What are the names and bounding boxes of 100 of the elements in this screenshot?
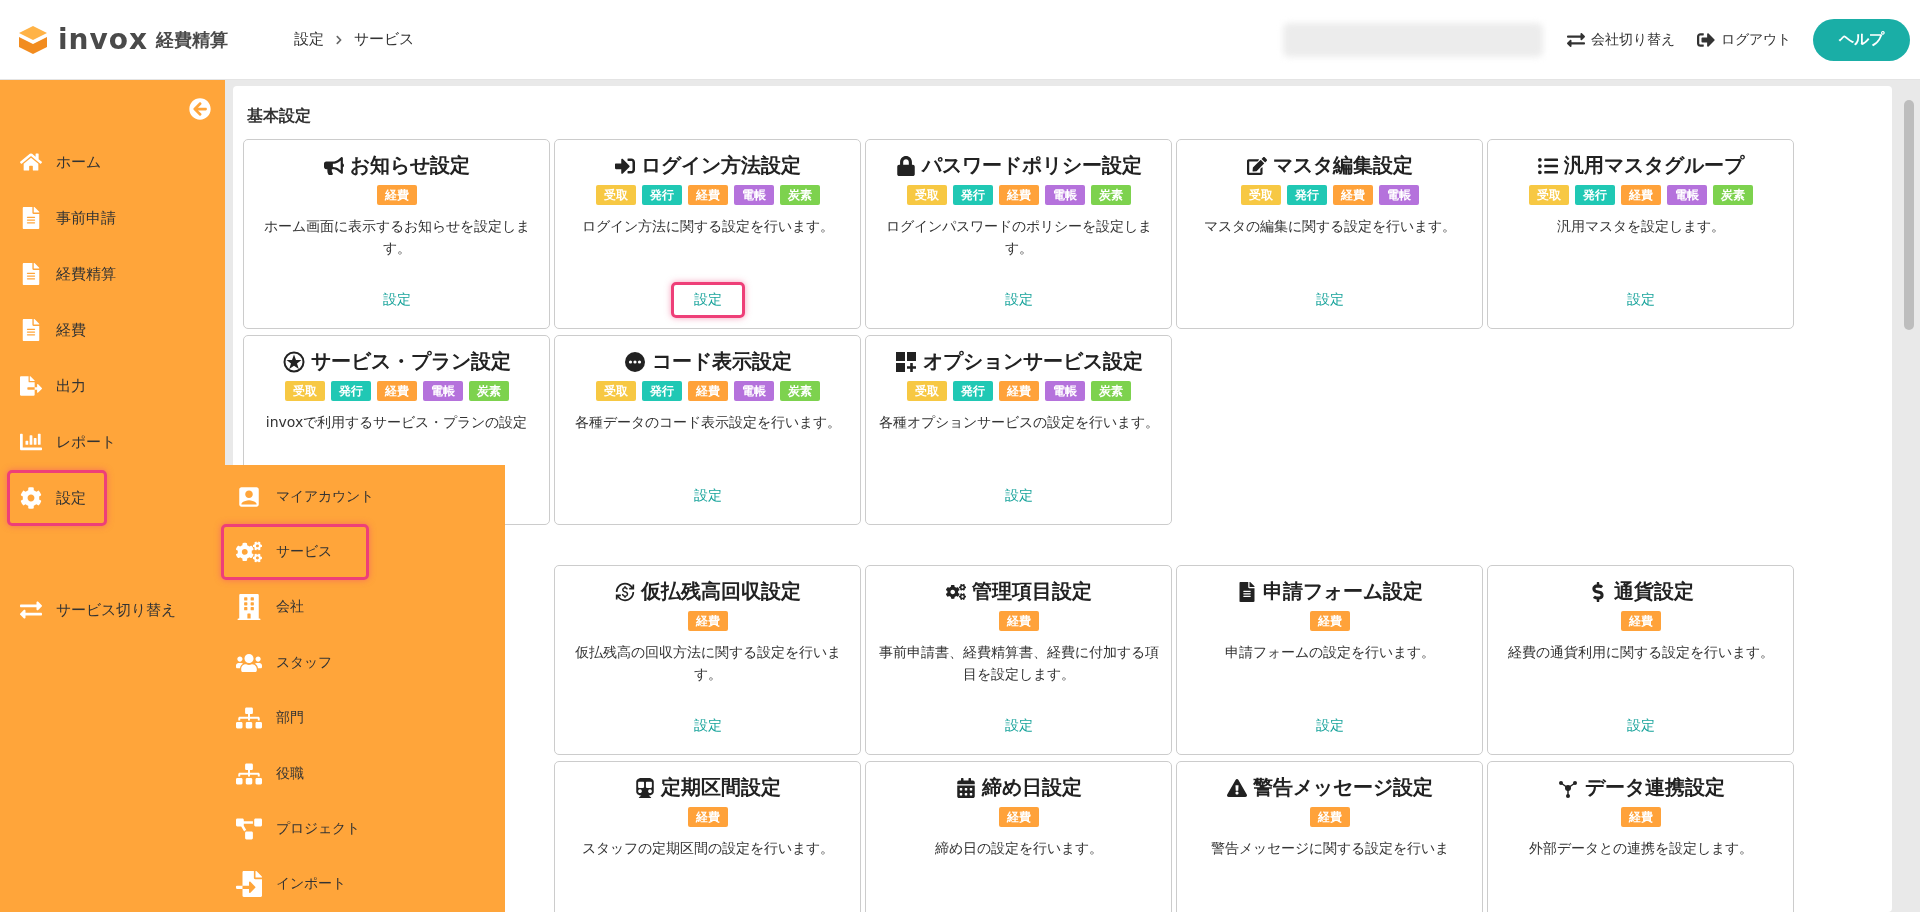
breadcrumb-item: サービス (354, 30, 414, 49)
train-icon (634, 777, 655, 798)
service-tag: 経費 (998, 807, 1039, 827)
submenu-item[interactable]: マイアカウント (221, 469, 407, 525)
card-title-text: 仮払残高回収設定 (640, 578, 801, 605)
building-icon (236, 594, 262, 621)
submenu-item[interactable]: スタッフ (221, 635, 369, 691)
document-icon (20, 319, 42, 341)
submenu-item[interactable]: 役職 (221, 745, 369, 802)
megaphone-icon (323, 155, 344, 176)
logout-button[interactable]: ログアウト (1697, 26, 1791, 53)
card-title-text: 通貨設定 (1613, 578, 1694, 605)
service-tag: 炭素 (1090, 381, 1131, 401)
service-tag: 経費 (1620, 185, 1661, 205)
service-tag: 電帳 (733, 185, 774, 205)
sidebar-item[interactable]: 事前申請 (7, 190, 137, 246)
service-tag: 経費 (1620, 807, 1661, 827)
service-tag: 受取 (284, 381, 325, 401)
service-tag: 発行 (952, 381, 993, 401)
sidebar-item[interactable]: 設定 (7, 470, 107, 526)
edit-icon (1246, 155, 1267, 176)
submenu-item[interactable]: インポート (221, 856, 379, 912)
submenu-item[interactable]: プロジェクト (221, 801, 393, 857)
warning-icon (1226, 777, 1247, 798)
sign-out-icon (1697, 30, 1715, 49)
card-description: invoxで利用するサービス・プランの設定 (265, 413, 528, 432)
chevron-icon (334, 34, 344, 45)
service-tag: 受取 (1528, 185, 1569, 205)
card-description: 仮払残高の回収方法に関する設定を行います。 (573, 643, 842, 684)
service-tag: 電帳 (1666, 185, 1707, 205)
submenu-item[interactable]: 部門 (221, 690, 369, 746)
service-tag: 経費 (376, 381, 417, 401)
service-tag: 発行 (952, 185, 993, 205)
service-tag: 発行 (330, 381, 371, 401)
sidebar-item[interactable]: レポート (7, 414, 137, 470)
sidebar-item[interactable]: 経費精算 (7, 246, 137, 302)
submenu-item[interactable]: 会社 (221, 579, 369, 636)
logo-text: invox (58, 23, 149, 56)
product-name: 経費精算 (156, 27, 229, 52)
service-tag: 経費 (687, 185, 728, 205)
service-tag: 炭素 (468, 381, 509, 401)
service-tag: 受取 (1240, 185, 1281, 205)
card-title-text: お知らせ設定 (349, 152, 470, 179)
service-tag: 電帳 (1044, 185, 1085, 205)
card-description: スタッフの定期区間の設定を行います。 (581, 839, 834, 858)
dots-circle-icon (623, 350, 646, 373)
card-title-text: 申請フォーム設定 (1262, 578, 1423, 605)
submenu-item[interactable]: サービス (221, 524, 369, 580)
sidebar-item[interactable]: 経費 (7, 302, 107, 358)
service-tag: 受取 (906, 381, 947, 401)
file-import-icon (236, 871, 262, 898)
service-tag: 発行 (1574, 185, 1615, 205)
service-tag: 経費 (1309, 807, 1350, 827)
card-title-text: 締め日設定 (981, 774, 1082, 801)
star-circle-icon (282, 350, 305, 373)
service-tag: 経費 (998, 185, 1039, 205)
document-icon (20, 207, 42, 229)
service-tag: 受取 (906, 185, 947, 205)
card-description: 各種データのコード表示設定を行います。 (574, 413, 841, 432)
card-description: 外部データとの連携を設定します。 (1528, 839, 1753, 858)
sidebar-item[interactable]: 出力 (7, 358, 107, 414)
service-tag: 経費 (687, 611, 728, 631)
service-tag: 経費 (687, 807, 728, 827)
service-tag: 電帳 (733, 381, 774, 401)
calendar-icon (955, 777, 976, 798)
card-description: ホーム画面に表示するお知らせを設定します。 (262, 217, 531, 258)
card-description: 締め日の設定を行います。 (934, 839, 1103, 858)
lock-icon (895, 155, 916, 176)
service-tag: 経費 (998, 381, 1039, 401)
settings-icon (20, 487, 42, 509)
switch-company-button[interactable]: 会社切り替え (1567, 26, 1675, 53)
card-description: マスタの編集に関する設定を行います。 (1203, 217, 1456, 236)
scrollbar[interactable] (1904, 100, 1914, 330)
card-description: 汎用マスタを設定します。 (1556, 217, 1725, 236)
card-description: ログイン方法に関する設定を行います。 (581, 217, 834, 236)
card-title-text: サービス・プラン設定 (310, 348, 511, 375)
breadcrumb-item[interactable]: 設定 (294, 30, 324, 49)
collapse-icon[interactable] (189, 98, 211, 120)
service-tag: 経費 (376, 185, 417, 205)
card-description: 事前申請書、経費精算書、経費に付加する項目を設定します。 (877, 643, 1160, 684)
section-title: 基本設定 (247, 106, 312, 127)
card-description: ログインパスワードのポリシーを設定します。 (884, 217, 1153, 258)
service-tag: 炭素 (1712, 185, 1753, 205)
service-tag: 経費 (998, 611, 1039, 631)
grid-plus-icon (894, 350, 917, 373)
service-tag: 経費 (687, 381, 728, 401)
service-tag: 経費 (1332, 185, 1373, 205)
home-icon (20, 151, 42, 173)
service-tag: 炭素 (779, 185, 820, 205)
sidebar-item[interactable]: ホーム (7, 134, 122, 190)
service-tag: 経費 (1620, 611, 1661, 631)
card-description: 警告メッセージに関する設定を行いま (1210, 839, 1449, 858)
card-title-text: 定期区間設定 (660, 774, 781, 801)
service-tag: 炭素 (1090, 185, 1131, 205)
service-tag: 電帳 (1378, 185, 1419, 205)
switch-icon (20, 599, 42, 621)
card-description: 経費の通貨利用に関する設定を行います。 (1507, 643, 1774, 662)
document-icon (20, 263, 42, 285)
sidebar-item[interactable]: サービス切り替え (7, 582, 197, 638)
card-title-text: マスタ編集設定 (1272, 152, 1413, 179)
